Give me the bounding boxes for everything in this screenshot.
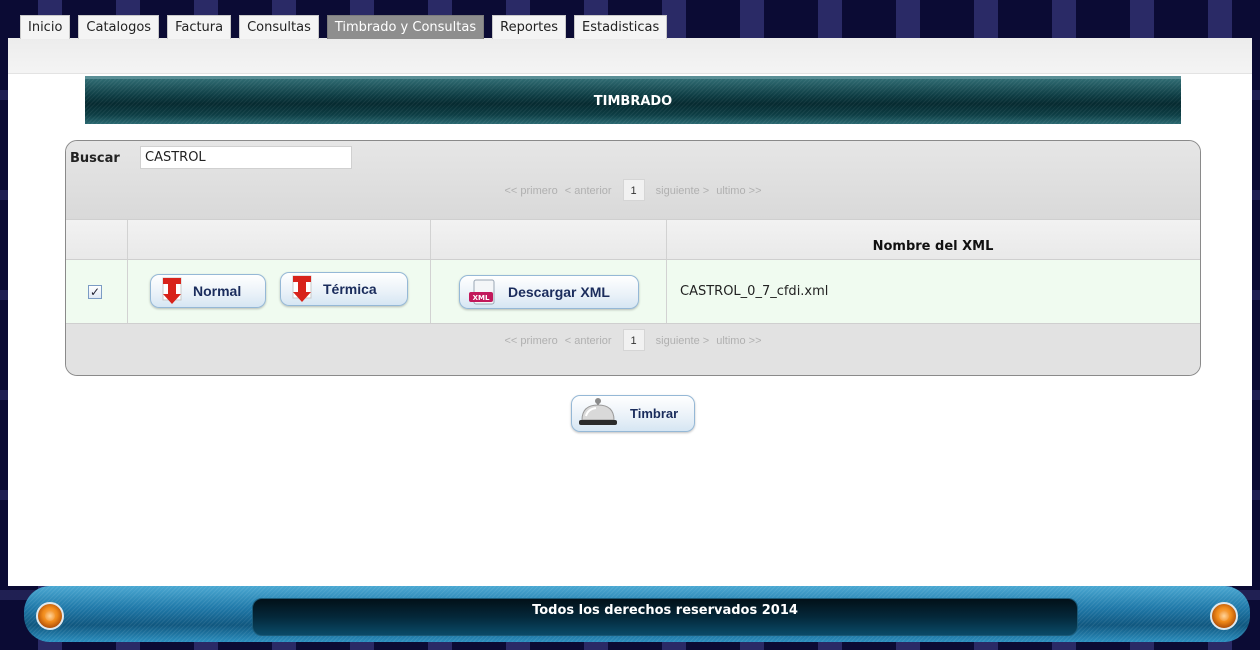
search-label: Buscar <box>70 151 120 166</box>
service-bell-icon <box>576 396 628 431</box>
column-divider <box>127 220 128 259</box>
column-divider <box>430 260 431 323</box>
pager-top: << primero < anterior 1 siguiente > ulti… <box>66 179 1200 201</box>
page-footer: Todos los derechos reservados 2014 <box>24 586 1250 642</box>
pdf-termica-label: Térmica <box>323 281 377 297</box>
pager-current-page[interactable]: 1 <box>622 329 645 351</box>
xml-file-name: CASTROL_0_7_cfdi.xml <box>680 284 829 299</box>
tab-inicio[interactable]: Inicio <box>20 15 71 39</box>
pager-next-link[interactable]: siguiente > <box>656 335 710 347</box>
column-divider <box>127 260 128 323</box>
results-grid: Buscar << primero < anterior 1 siguiente… <box>65 140 1201 376</box>
pager-first-link[interactable]: << primero <box>505 185 558 197</box>
tab-timbrado-y-consultas[interactable]: Timbrado y Consultas <box>326 15 485 39</box>
xml-icon-text: XML <box>473 294 490 302</box>
tab-reportes[interactable]: Reportes <box>492 15 566 39</box>
pager-current-page[interactable]: 1 <box>622 179 645 201</box>
tab-estadisticas[interactable]: Estadisticas <box>574 15 668 39</box>
pager-prev-link[interactable]: < anterior <box>565 335 612 347</box>
tab-consultas[interactable]: Consultas <box>239 15 319 39</box>
main-tabs: Inicio Catalogos Factura Consultas Timbr… <box>20 15 668 39</box>
footer-copyright: Todos los derechos reservados 2014 <box>252 598 1078 636</box>
xml-file-icon: XML <box>468 279 500 305</box>
section-title: TIMBRADO <box>593 94 673 109</box>
pager-first-link[interactable]: << primero <box>505 335 558 347</box>
timbrar-button[interactable]: Timbrar <box>571 395 695 432</box>
table-row: ✓ Normal Térmica XML Descargar XML CASTR… <box>66 260 1200 324</box>
pager-last-link[interactable]: ultimo >> <box>716 335 761 347</box>
pdf-normal-button[interactable]: Normal <box>150 274 266 308</box>
grid-footer <box>66 363 1200 375</box>
footer-knob-left-icon <box>36 602 64 630</box>
pager-next-link[interactable]: siguiente > <box>656 185 710 197</box>
pdf-termica-button[interactable]: Térmica <box>280 272 408 306</box>
sub-menu-bar <box>8 38 1252 74</box>
footer-knob-right-icon <box>1210 602 1238 630</box>
pager-prev-link[interactable]: < anterior <box>565 185 612 197</box>
column-divider <box>666 260 667 323</box>
download-xml-label: Descargar XML <box>508 284 610 300</box>
tab-factura[interactable]: Factura <box>167 15 232 39</box>
pager-last-link[interactable]: ultimo >> <box>716 185 761 197</box>
column-header-xml-name[interactable]: Nombre del XML <box>666 220 1200 261</box>
search-input[interactable] <box>140 146 352 169</box>
grid-toolbar: Buscar << primero < anterior 1 siguiente… <box>66 141 1200 219</box>
pdf-icon <box>289 275 315 303</box>
column-divider <box>430 220 431 259</box>
row-checkbox[interactable]: ✓ <box>88 285 102 299</box>
table-header: Nombre del XML <box>66 219 1200 260</box>
tab-catalogos[interactable]: Catalogos <box>78 15 160 39</box>
pager-bottom: << primero < anterior 1 siguiente > ulti… <box>66 329 1200 351</box>
main-panel: TIMBRADO Buscar << primero < anterior 1 … <box>8 38 1252 586</box>
download-xml-button[interactable]: XML Descargar XML <box>459 275 639 309</box>
pdf-icon <box>159 277 185 305</box>
section-header: TIMBRADO <box>85 76 1181 124</box>
pdf-normal-label: Normal <box>193 283 242 299</box>
timbrar-label: Timbrar <box>630 406 679 421</box>
